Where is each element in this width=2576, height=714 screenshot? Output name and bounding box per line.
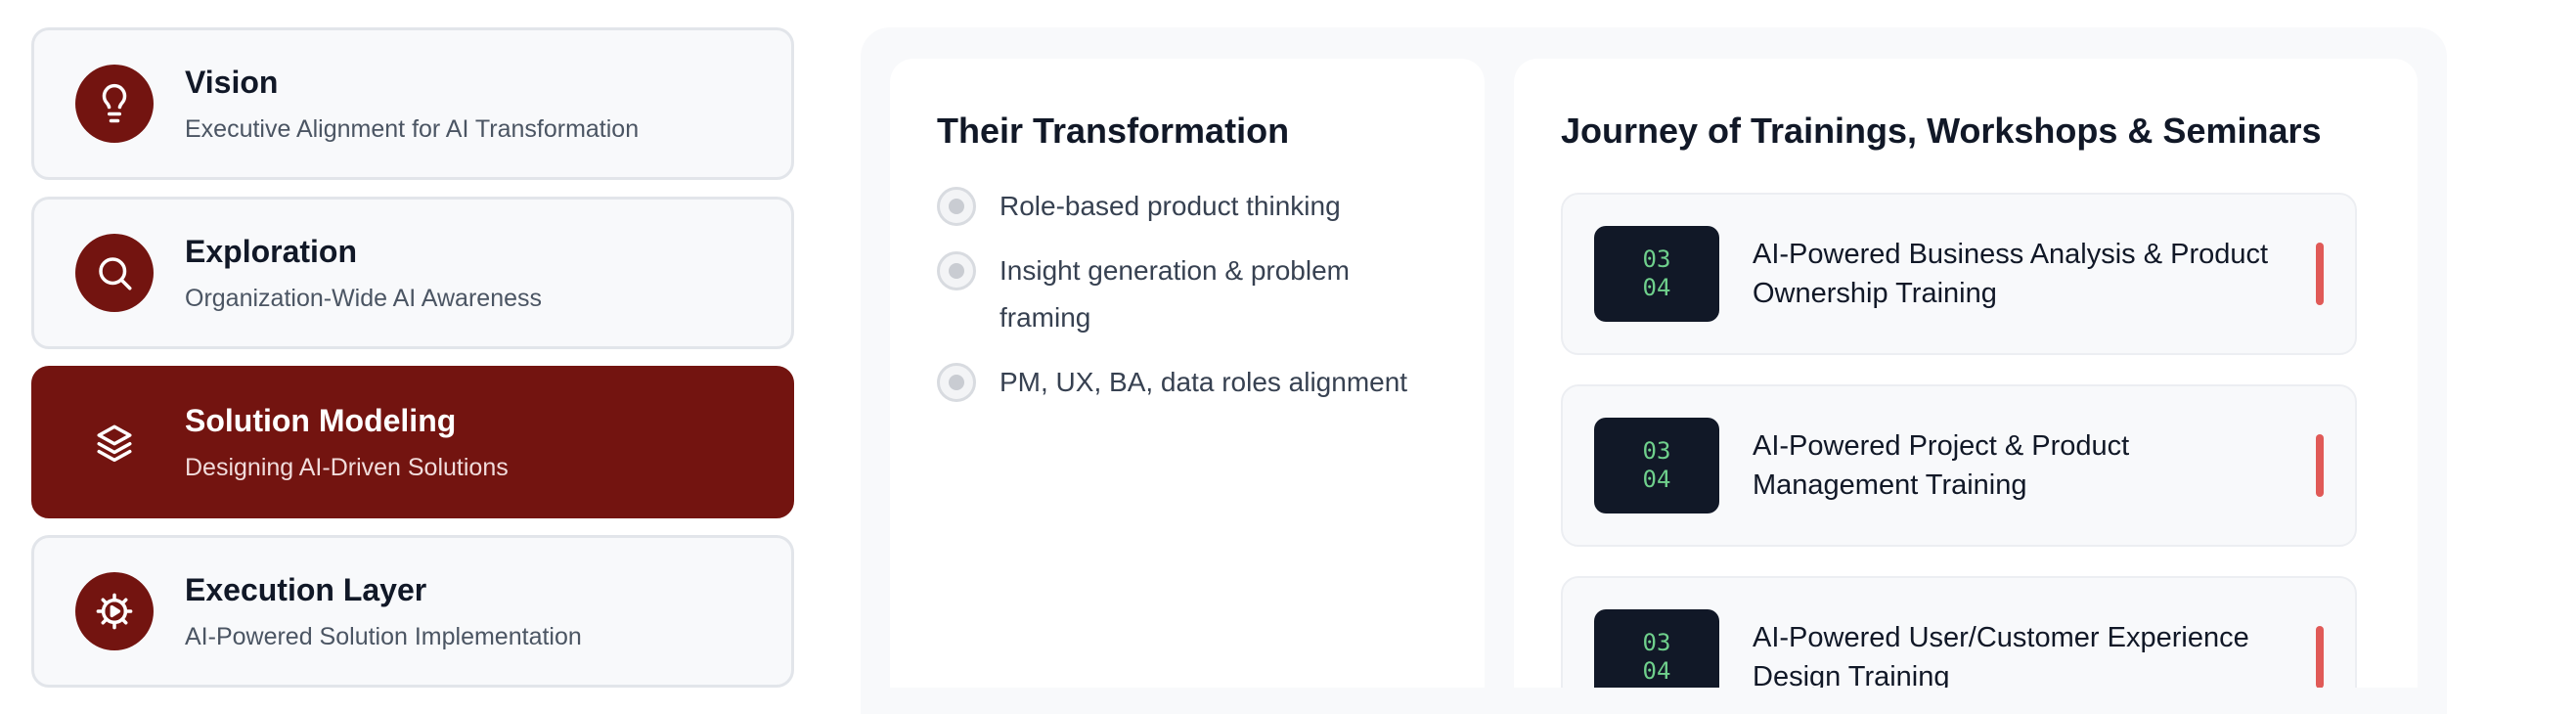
journey-card: Journey of Trainings, Workshops & Semina…	[1514, 59, 2418, 688]
phase-title: Vision	[185, 65, 279, 101]
date-badge: 03 04	[1594, 418, 1719, 514]
layers-icon	[75, 403, 154, 481]
list-item: Insight generation & problem framing	[937, 251, 1438, 341]
indicator-bar	[2316, 434, 2324, 498]
phase-subtitle: Organization-Wide AI Awareness	[185, 284, 543, 312]
list-item: PM, UX, BA, data roles alignment	[937, 363, 1438, 406]
page: Vision Executive Alignment for AI Transf…	[0, 0, 2576, 714]
phase-card-exploration[interactable]: Exploration Organization-Wide AI Awarene…	[31, 197, 794, 349]
date-month: 03	[1642, 629, 1671, 657]
phase-subtitle: Executive Alignment for AI Transformatio…	[185, 114, 640, 143]
journey-item-title: AI-Powered Project & Product Management …	[1753, 430, 2130, 502]
phase-list: Vision Executive Alignment for AI Transf…	[31, 27, 794, 704]
gear-play-icon	[75, 572, 154, 650]
date-day: 04	[1642, 657, 1671, 686]
phase-card-execution-layer[interactable]: Execution Layer AI-Powered Solution Impl…	[31, 535, 794, 688]
journey-item[interactable]: 03 04 AI-Powered User/Customer Experienc…	[1561, 576, 2357, 688]
journey-item[interactable]: 03 04 AI-Powered Business Analysis & Pro…	[1561, 193, 2357, 356]
date-day: 04	[1642, 274, 1671, 302]
phase-detail-panel: Their Transformation Role-based product …	[861, 27, 2447, 714]
transformation-card: Their Transformation Role-based product …	[890, 59, 1485, 688]
journey-item-title: AI-Powered User/Customer Experience Desi…	[1753, 622, 2249, 688]
journey-item-title: AI-Powered Business Analysis & Product O…	[1753, 239, 2269, 310]
indicator-bar	[2316, 626, 2324, 688]
indicator-bar	[2316, 243, 2324, 306]
bullet-dot-icon	[937, 363, 976, 403]
date-day: 04	[1642, 466, 1671, 494]
transformation-list: Role-based product thinking Insight gene…	[937, 187, 1438, 406]
phase-card-solution-modeling[interactable]: Solution Modeling Designing AI-Driven So…	[31, 366, 794, 518]
date-badge: 03 04	[1594, 609, 1719, 688]
list-item-label: Role-based product thinking	[999, 191, 1341, 222]
date-month: 03	[1642, 245, 1671, 274]
date-month: 03	[1642, 437, 1671, 466]
journey-list: 03 04 AI-Powered Business Analysis & Pro…	[1561, 193, 2386, 688]
phase-detail-viewport[interactable]: Their Transformation Role-based product …	[861, 27, 2447, 688]
phase-title: Exploration	[185, 234, 358, 270]
phase-subtitle: AI-Powered Solution Implementation	[185, 622, 582, 650]
date-badge: 03 04	[1594, 226, 1719, 323]
phase-card-vision[interactable]: Vision Executive Alignment for AI Transf…	[31, 27, 794, 180]
phase-subtitle: Designing AI-Driven Solutions	[185, 453, 509, 481]
phase-title: Execution Layer	[185, 572, 427, 608]
list-item-label: PM, UX, BA, data roles alignment	[999, 367, 1408, 398]
list-item: Role-based product thinking	[937, 187, 1438, 230]
search-icon	[75, 234, 154, 312]
lightbulb-icon	[75, 65, 154, 143]
bullet-dot-icon	[937, 251, 976, 291]
transformation-title: Their Transformation	[937, 111, 1290, 151]
bullet-dot-icon	[937, 187, 976, 227]
journey-title: Journey of Trainings, Workshops & Semina…	[1561, 111, 2322, 151]
journey-item[interactable]: 03 04 AI-Powered Project & Product Manag…	[1561, 384, 2357, 548]
list-item-label: Insight generation & problem framing	[999, 255, 1350, 334]
phase-title: Solution Modeling	[185, 403, 457, 439]
